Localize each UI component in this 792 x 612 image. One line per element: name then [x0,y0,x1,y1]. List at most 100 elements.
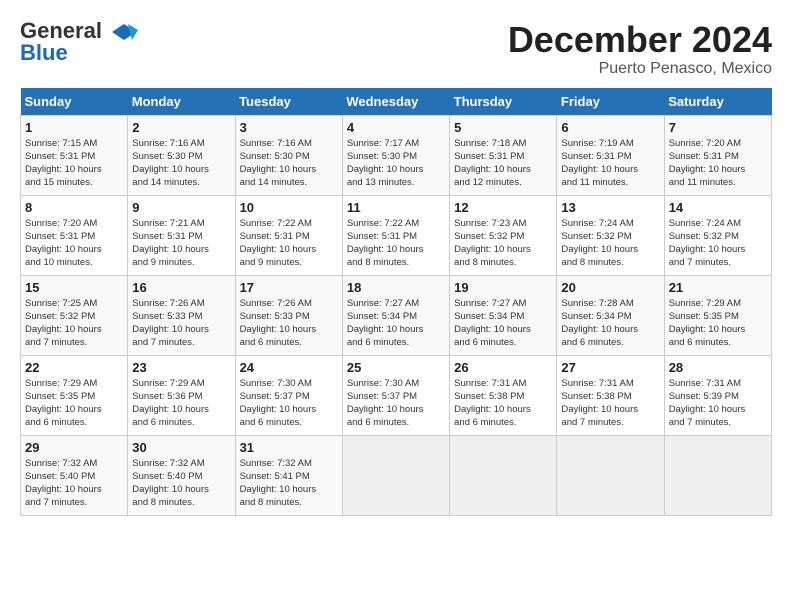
day-info: Sunrise: 7:32 AM Sunset: 5:40 PM Dayligh… [132,457,230,510]
calendar-cell: 9 Sunrise: 7:21 AM Sunset: 5:31 PM Daylig… [128,195,235,275]
calendar-cell: 5Sunrise: 7:18 AM Sunset: 5:31 PM Daylig… [450,115,557,195]
day-info: Sunrise: 7:16 AM Sunset: 5:30 PM Dayligh… [240,137,338,190]
calendar-cell: 30 Sunrise: 7:32 AM Sunset: 5:40 PM Dayli… [128,435,235,515]
logo-blue: Blue [20,40,68,66]
day-number: 9 [132,200,230,215]
day-number: 21 [669,280,767,295]
day-number: 19 [454,280,552,295]
day-number: 14 [669,200,767,215]
weekday-header-monday: Monday [128,88,235,116]
day-info: Sunrise: 7:31 AM Sunset: 5:39 PM Dayligh… [669,377,767,430]
day-number: 28 [669,360,767,375]
day-info: Sunrise: 7:28 AM Sunset: 5:34 PM Dayligh… [561,297,659,350]
calendar-cell: 31 Sunrise: 7:32 AM Sunset: 5:41 PM Dayli… [235,435,342,515]
calendar-cell: 17Sunrise: 7:26 AM Sunset: 5:33 PM Dayli… [235,275,342,355]
day-info: Sunrise: 7:30 AM Sunset: 5:37 PM Dayligh… [240,377,338,430]
weekday-header-wednesday: Wednesday [342,88,449,116]
day-number: 30 [132,440,230,455]
day-number: 5 [454,120,552,135]
weekday-header-friday: Friday [557,88,664,116]
day-number: 25 [347,360,445,375]
day-info: Sunrise: 7:32 AM Sunset: 5:40 PM Dayligh… [25,457,123,510]
day-number: 12 [454,200,552,215]
day-info: Sunrise: 7:20 AM Sunset: 5:31 PM Dayligh… [669,137,767,190]
calendar-cell: 8 Sunrise: 7:20 AM Sunset: 5:31 PM Daylig… [21,195,128,275]
title-block: December 2024 Puerto Penasco, Mexico [508,20,772,78]
day-number: 3 [240,120,338,135]
logo: General Blue [20,20,138,66]
day-info: Sunrise: 7:26 AM Sunset: 5:33 PM Dayligh… [132,297,230,350]
calendar-cell: 29 Sunrise: 7:32 AM Sunset: 5:40 PM Dayli… [21,435,128,515]
day-number: 18 [347,280,445,295]
day-info: Sunrise: 7:16 AM Sunset: 5:30 PM Dayligh… [132,137,230,190]
day-info: Sunrise: 7:30 AM Sunset: 5:37 PM Dayligh… [347,377,445,430]
day-number: 22 [25,360,123,375]
weekday-header-sunday: Sunday [21,88,128,116]
calendar-cell: 13 Sunrise: 7:24 AM Sunset: 5:32 PM Dayli… [557,195,664,275]
calendar-cell: 15Sunrise: 7:25 AM Sunset: 5:32 PM Dayli… [21,275,128,355]
calendar-cell: 19 Sunrise: 7:27 AM Sunset: 5:34 PM Dayli… [450,275,557,355]
day-info: Sunrise: 7:15 AM Sunset: 5:31 PM Dayligh… [25,137,123,190]
logo-icon [110,22,138,42]
calendar-cell [557,435,664,515]
calendar-cell: 27Sunrise: 7:31 AM Sunset: 5:38 PM Dayli… [557,355,664,435]
day-number: 24 [240,360,338,375]
calendar-cell: 21 Sunrise: 7:29 AM Sunset: 5:35 PM Dayli… [664,275,771,355]
day-info: Sunrise: 7:32 AM Sunset: 5:41 PM Dayligh… [240,457,338,510]
calendar-cell: 4Sunrise: 7:17 AM Sunset: 5:30 PM Daylig… [342,115,449,195]
logo-text: General [20,20,138,42]
day-number: 13 [561,200,659,215]
day-info: Sunrise: 7:31 AM Sunset: 5:38 PM Dayligh… [561,377,659,430]
calendar-cell: 7 Sunrise: 7:20 AM Sunset: 5:31 PM Daylig… [664,115,771,195]
calendar-cell: 3 Sunrise: 7:16 AM Sunset: 5:30 PM Daylig… [235,115,342,195]
calendar-cell: 11Sunrise: 7:22 AM Sunset: 5:31 PM Dayli… [342,195,449,275]
day-number: 31 [240,440,338,455]
day-info: Sunrise: 7:29 AM Sunset: 5:35 PM Dayligh… [669,297,767,350]
weekday-header-saturday: Saturday [664,88,771,116]
day-number: 2 [132,120,230,135]
day-number: 15 [25,280,123,295]
calendar-table: SundayMondayTuesdayWednesdayThursdayFrid… [20,88,772,516]
day-number: 8 [25,200,123,215]
day-info: Sunrise: 7:23 AM Sunset: 5:32 PM Dayligh… [454,217,552,270]
weekday-header-tuesday: Tuesday [235,88,342,116]
location: Puerto Penasco, Mexico [508,60,772,78]
calendar-cell: 6Sunrise: 7:19 AM Sunset: 5:31 PM Daylig… [557,115,664,195]
day-info: Sunrise: 7:24 AM Sunset: 5:32 PM Dayligh… [561,217,659,270]
calendar-cell: 22Sunrise: 7:29 AM Sunset: 5:35 PM Dayli… [21,355,128,435]
calendar-cell: 10Sunrise: 7:22 AM Sunset: 5:31 PM Dayli… [235,195,342,275]
day-info: Sunrise: 7:21 AM Sunset: 5:31 PM Dayligh… [132,217,230,270]
calendar-cell: 28 Sunrise: 7:31 AM Sunset: 5:39 PM Dayli… [664,355,771,435]
day-number: 4 [347,120,445,135]
day-info: Sunrise: 7:27 AM Sunset: 5:34 PM Dayligh… [347,297,445,350]
calendar-cell: 26 Sunrise: 7:31 AM Sunset: 5:38 PM Dayli… [450,355,557,435]
weekday-header-row: SundayMondayTuesdayWednesdayThursdayFrid… [21,88,772,116]
calendar-cell: 24 Sunrise: 7:30 AM Sunset: 5:37 PM Dayli… [235,355,342,435]
day-number: 7 [669,120,767,135]
weekday-header-thursday: Thursday [450,88,557,116]
day-info: Sunrise: 7:27 AM Sunset: 5:34 PM Dayligh… [454,297,552,350]
day-number: 26 [454,360,552,375]
calendar-week-row: 29 Sunrise: 7:32 AM Sunset: 5:40 PM Dayli… [21,435,772,515]
day-info: Sunrise: 7:22 AM Sunset: 5:31 PM Dayligh… [240,217,338,270]
day-number: 20 [561,280,659,295]
calendar-cell [450,435,557,515]
calendar-cell: 20 Sunrise: 7:28 AM Sunset: 5:34 PM Dayli… [557,275,664,355]
day-number: 29 [25,440,123,455]
day-info: Sunrise: 7:24 AM Sunset: 5:32 PM Dayligh… [669,217,767,270]
calendar-cell: 2 Sunrise: 7:16 AM Sunset: 5:30 PM Daylig… [128,115,235,195]
day-number: 11 [347,200,445,215]
calendar-week-row: 15Sunrise: 7:25 AM Sunset: 5:32 PM Dayli… [21,275,772,355]
day-info: Sunrise: 7:20 AM Sunset: 5:31 PM Dayligh… [25,217,123,270]
day-info: Sunrise: 7:29 AM Sunset: 5:36 PM Dayligh… [132,377,230,430]
calendar-week-row: 1Sunrise: 7:15 AM Sunset: 5:31 PM Daylig… [21,115,772,195]
calendar-cell: 23Sunrise: 7:29 AM Sunset: 5:36 PM Dayli… [128,355,235,435]
calendar-cell: 16 Sunrise: 7:26 AM Sunset: 5:33 PM Dayli… [128,275,235,355]
day-number: 16 [132,280,230,295]
day-number: 17 [240,280,338,295]
page-header: General Blue December 2024 Puerto Penasc… [20,20,772,78]
calendar-cell: 1Sunrise: 7:15 AM Sunset: 5:31 PM Daylig… [21,115,128,195]
calendar-cell: 18 Sunrise: 7:27 AM Sunset: 5:34 PM Dayli… [342,275,449,355]
calendar-week-row: 22Sunrise: 7:29 AM Sunset: 5:35 PM Dayli… [21,355,772,435]
day-info: Sunrise: 7:31 AM Sunset: 5:38 PM Dayligh… [454,377,552,430]
